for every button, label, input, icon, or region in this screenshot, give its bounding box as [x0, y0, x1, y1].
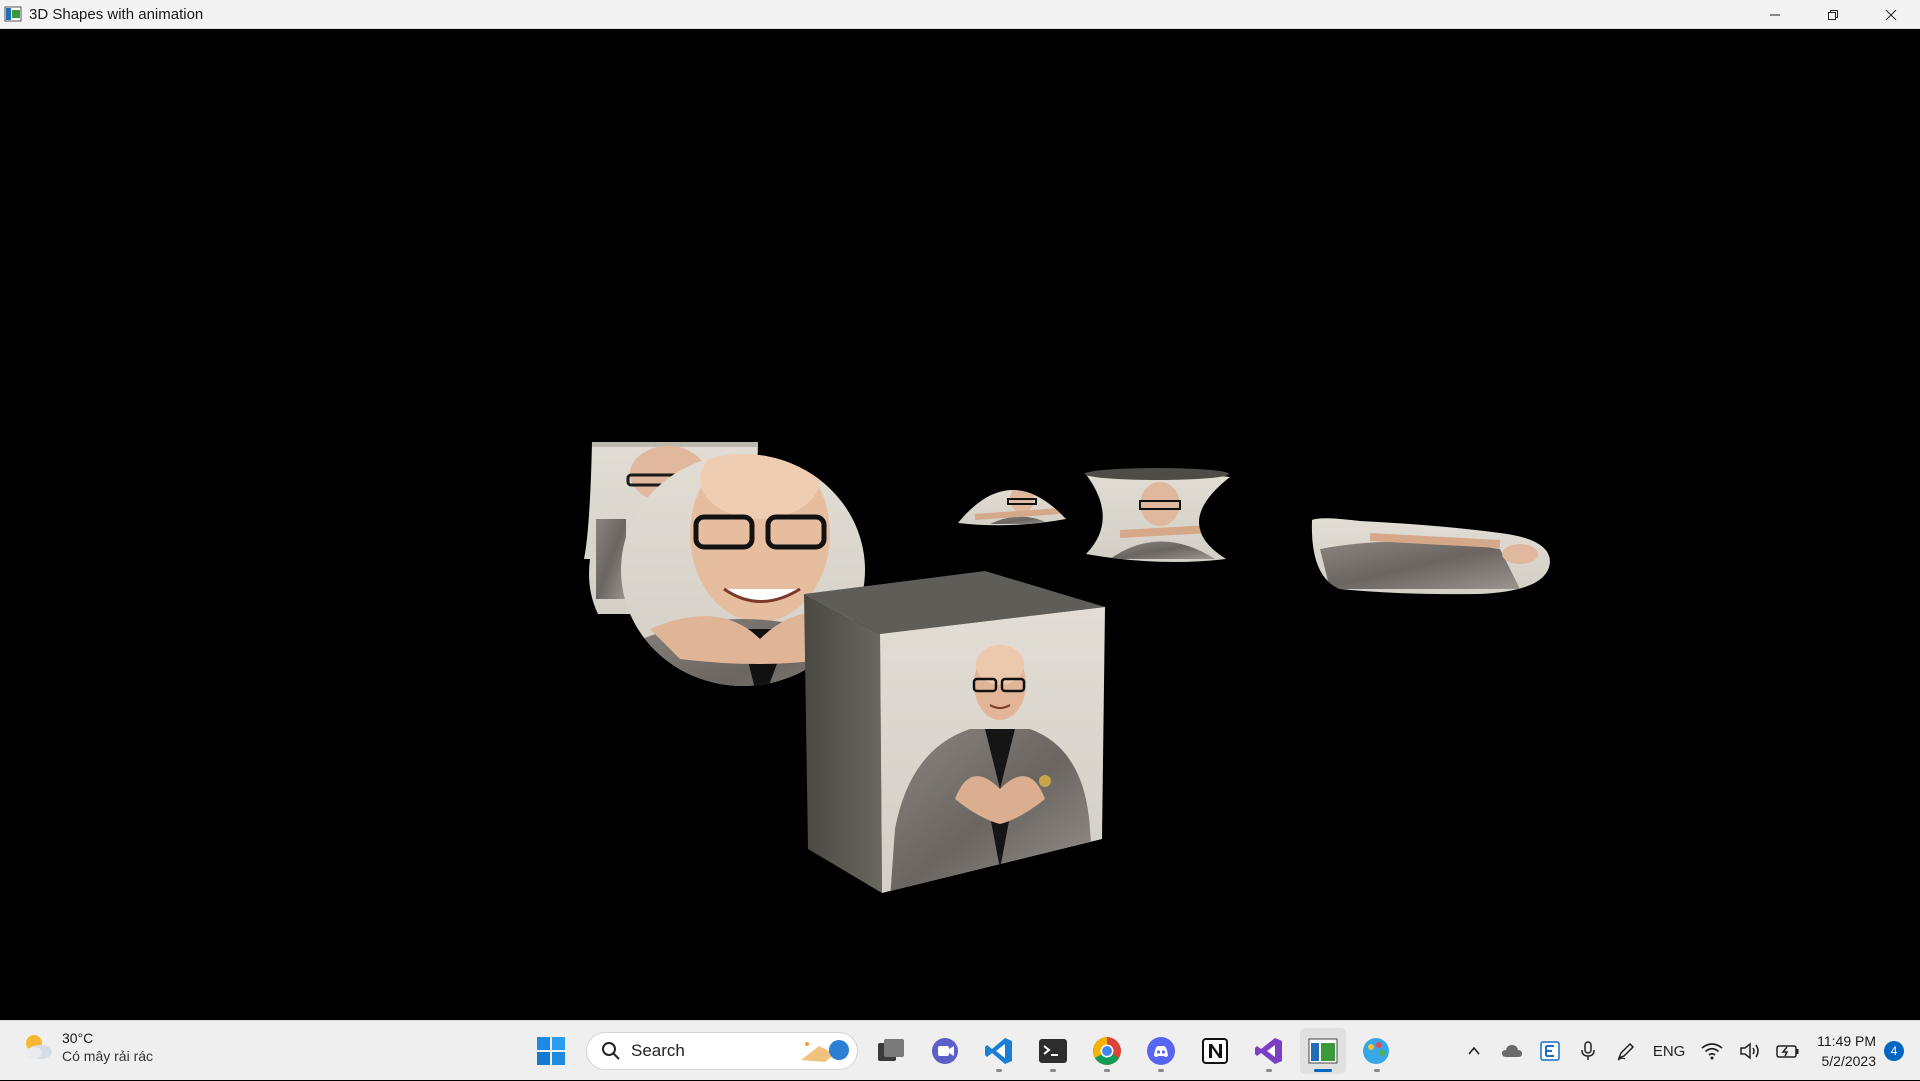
- search-placeholder: Search: [631, 1041, 685, 1060]
- microphone-button[interactable]: [1569, 1031, 1607, 1071]
- volume-button[interactable]: [1731, 1031, 1769, 1071]
- paint-icon: [1363, 1038, 1389, 1064]
- minimize-button[interactable]: [1746, 0, 1804, 29]
- opengl-viewport[interactable]: [0, 29, 1920, 1020]
- opengl-app-button[interactable]: [1300, 1028, 1346, 1074]
- taskbar-clock[interactable]: 11:49 PM 5/2/2023: [1817, 1031, 1876, 1071]
- weather-temperature: 30°C: [62, 1030, 94, 1046]
- cube-shape: [804, 571, 1105, 893]
- windows-start-icon: [537, 1037, 565, 1065]
- opengl-app-icon: [1308, 1038, 1338, 1064]
- vscode-button[interactable]: [976, 1028, 1022, 1074]
- minimize-icon: [1770, 14, 1780, 15]
- chrome-button[interactable]: [1084, 1028, 1130, 1074]
- notion-button[interactable]: [1192, 1028, 1238, 1074]
- start-button[interactable]: [528, 1028, 574, 1074]
- pen-icon: [1617, 1042, 1635, 1061]
- clock-date: 5/2/2023: [1821, 1053, 1877, 1069]
- clock-time: 11:49 PM: [1817, 1033, 1876, 1049]
- cone-shape: [958, 489, 1066, 526]
- taskbar-pinned-apps: Search: [524, 1027, 1404, 1075]
- microphone-icon: [1581, 1041, 1595, 1060]
- close-icon: [1885, 9, 1897, 20]
- close-button[interactable]: [1862, 0, 1920, 29]
- onedrive-button[interactable]: [1493, 1031, 1531, 1071]
- taskbar-search[interactable]: Search: [586, 1032, 858, 1070]
- weather-widget[interactable]: 30°C Có mây rải rác: [20, 1029, 153, 1065]
- task-view-button[interactable]: [868, 1028, 914, 1074]
- notification-badge[interactable]: 4: [1884, 1041, 1904, 1061]
- window-title: 3D Shapes with animation: [29, 5, 204, 23]
- notion-icon: [1202, 1038, 1228, 1064]
- terminal-icon: [1039, 1039, 1067, 1063]
- battery-charging-icon: [1776, 1045, 1799, 1058]
- tray-app-e-button[interactable]: [1531, 1031, 1569, 1071]
- visual-studio-button[interactable]: [1246, 1028, 1292, 1074]
- weather-condition: Có mây rải rác: [62, 1048, 154, 1064]
- teams-chat-button[interactable]: [922, 1028, 968, 1074]
- torus-shape: [1311, 518, 1550, 595]
- discord-button[interactable]: [1138, 1028, 1184, 1074]
- wifi-icon: [1701, 1043, 1723, 1060]
- visual-studio-icon: [1255, 1038, 1282, 1064]
- search-highlight-icon: [801, 1040, 849, 1062]
- paint-button[interactable]: [1354, 1028, 1400, 1074]
- window-controls: [1746, 0, 1920, 29]
- taskbar: 30°C Có mây rải rác Search ENG 11:49 PM …: [0, 1020, 1920, 1080]
- discord-icon: [1147, 1037, 1175, 1065]
- task-view-icon: [878, 1039, 904, 1061]
- chrome-icon: [1093, 1037, 1121, 1065]
- network-button[interactable]: [1693, 1031, 1731, 1071]
- terminal-button[interactable]: [1030, 1028, 1076, 1074]
- teams-chat-icon: [932, 1038, 958, 1064]
- restore-icon: [1828, 9, 1838, 20]
- show-hidden-icons-button[interactable]: [1455, 1031, 1493, 1071]
- search-icon: [602, 1042, 620, 1060]
- window-titlebar[interactable]: 3D Shapes with animation: [0, 0, 1920, 29]
- app-window-icon: [4, 6, 22, 22]
- evkey-icon: [1540, 1041, 1560, 1061]
- input-language[interactable]: ENG: [1645, 1043, 1693, 1060]
- vscode-icon: [985, 1038, 1012, 1064]
- hyperboloid-shape: [1085, 468, 1230, 563]
- chevron-up-icon: [1468, 1046, 1480, 1055]
- partly-cloudy-icon: [26, 1035, 52, 1059]
- onedrive-cloud-icon: [1502, 1045, 1523, 1057]
- restore-button[interactable]: [1804, 0, 1862, 29]
- system-tray: ENG 11:49 PM 5/2/2023 4: [1455, 1021, 1920, 1081]
- pen-button[interactable]: [1607, 1031, 1645, 1071]
- speaker-icon: [1740, 1042, 1759, 1060]
- battery-button[interactable]: [1769, 1031, 1807, 1071]
